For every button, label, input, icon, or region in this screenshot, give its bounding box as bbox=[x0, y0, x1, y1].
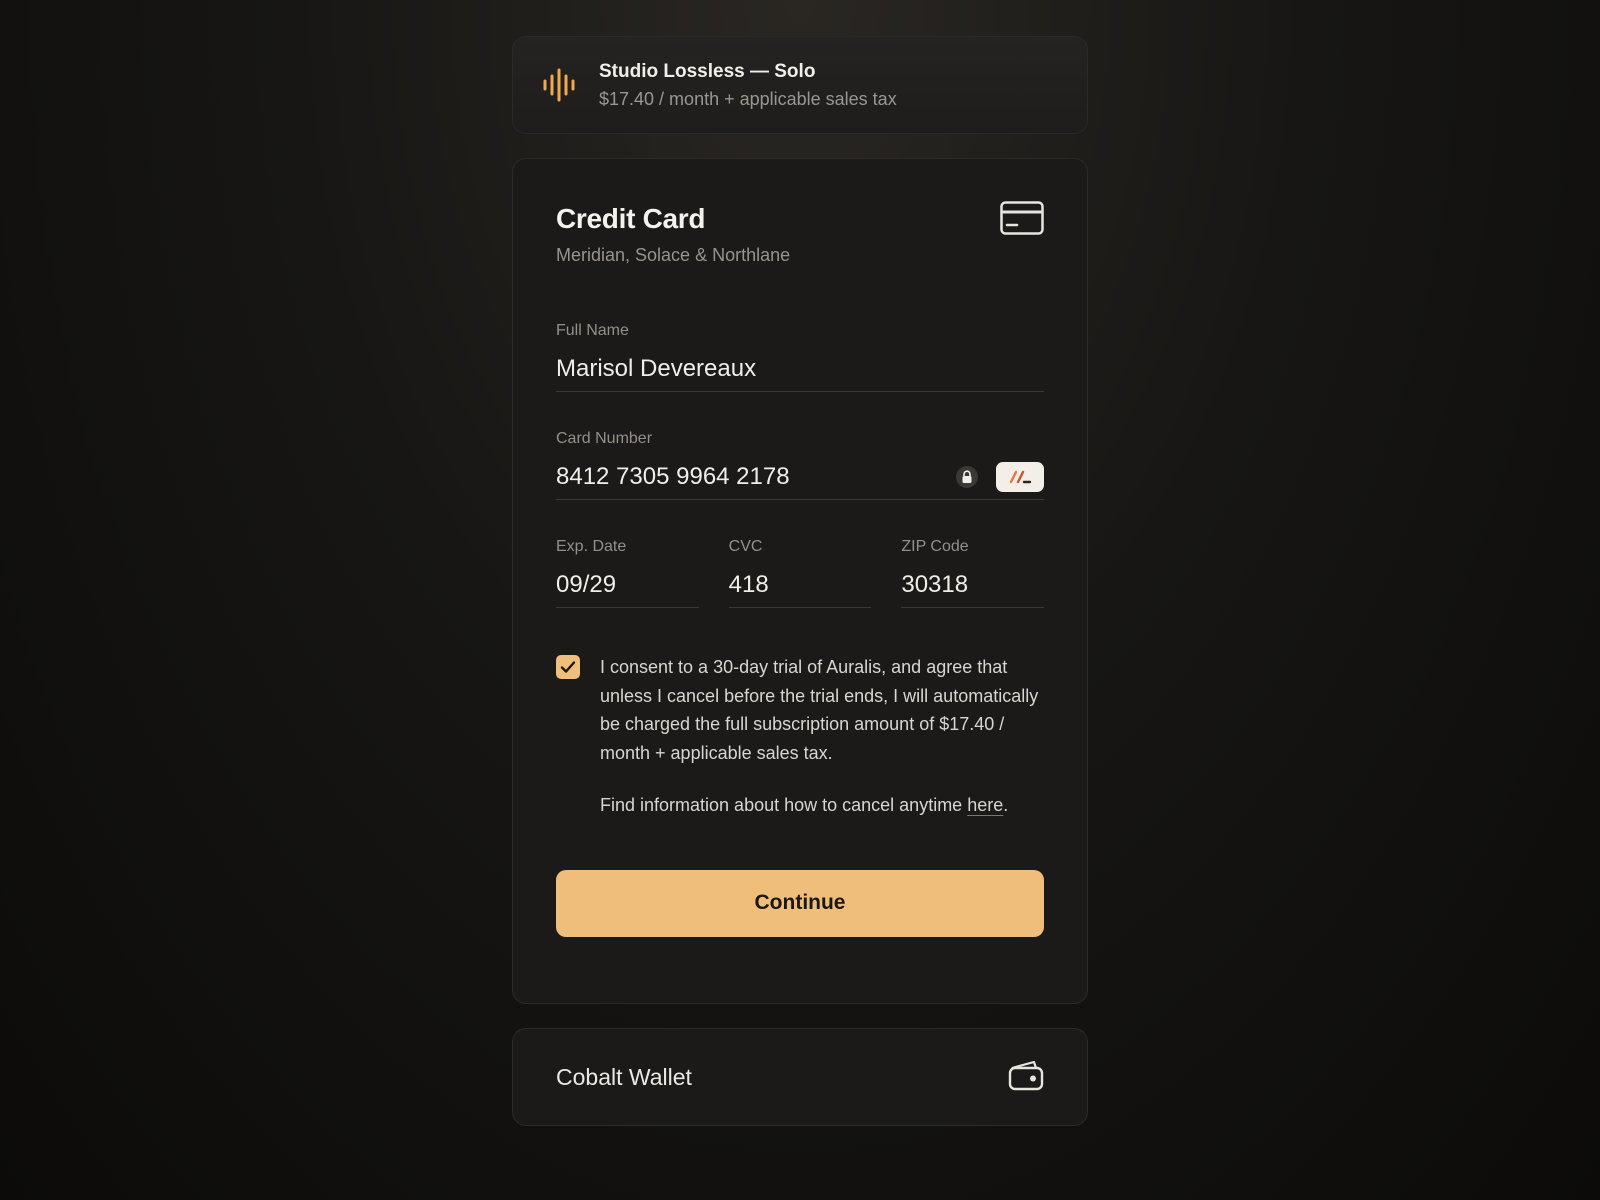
cancel-info-text: Find information about how to cancel any… bbox=[600, 795, 968, 815]
cvc-input[interactable]: 418 bbox=[728, 556, 872, 608]
exp-date-input[interactable]: 09/29 bbox=[556, 556, 699, 608]
card-number-value: 8412 7305 9964 2178 bbox=[556, 462, 790, 490]
cancel-info-link[interactable]: here bbox=[967, 795, 1003, 815]
trial-consent: I consent to a 30-day trial of Auralis, … bbox=[556, 653, 1044, 820]
checkout-column: Studio Lossless — Solo $17.40 / month + … bbox=[512, 36, 1088, 1126]
exp-date-field[interactable]: Exp. Date 09/29 bbox=[556, 538, 699, 608]
plan-price: $17.40 / month + applicable sales tax bbox=[599, 88, 897, 109]
card-number-input[interactable]: 8412 7305 9964 2178 bbox=[556, 448, 1044, 500]
full-name-field[interactable]: Full Name Marisol Devereaux bbox=[556, 322, 1044, 392]
zip-code-field[interactable]: ZIP Code 30318 bbox=[901, 538, 1045, 608]
exp-date-value: 09/29 bbox=[556, 570, 617, 598]
lock-icon bbox=[956, 465, 978, 488]
continue-button[interactable]: Continue bbox=[556, 869, 1044, 937]
credit-card-icon bbox=[1000, 201, 1044, 240]
zip-code-value: 30318 bbox=[901, 570, 969, 598]
consent-checkbox[interactable] bbox=[556, 655, 580, 679]
payment-method-title: Credit Card bbox=[556, 203, 706, 234]
card-brand-icon bbox=[996, 461, 1044, 492]
wallet-option-label: Cobalt Wallet bbox=[556, 1063, 692, 1090]
card-details-row: Exp. Date 09/29 CVC 418 ZIP Code 30318 bbox=[556, 538, 1045, 608]
full-name-input[interactable]: Marisol Devereaux bbox=[556, 340, 1044, 392]
exp-date-label: Exp. Date bbox=[556, 538, 627, 555]
credit-card-form: Credit Card Meridian, Solace & Northlane… bbox=[512, 158, 1088, 1004]
plan-info: Studio Lossless — Solo $17.40 / month + … bbox=[599, 61, 897, 110]
card-number-adornments bbox=[956, 461, 1044, 492]
form-header: Credit Card Meridian, Solace & Northlane bbox=[556, 201, 1044, 266]
plan-title: Studio Lossless — Solo bbox=[599, 60, 816, 82]
cvc-field[interactable]: CVC 418 bbox=[728, 538, 872, 608]
zip-code-input[interactable]: 30318 bbox=[901, 556, 1045, 608]
consent-text: I consent to a 30-day trial of Auralis, … bbox=[600, 657, 1039, 763]
zip-code-label: ZIP Code bbox=[901, 538, 969, 555]
consent-copy: I consent to a 30-day trial of Auralis, … bbox=[600, 653, 1044, 820]
full-name-label: Full Name bbox=[556, 322, 629, 339]
full-name-value: Marisol Devereaux bbox=[556, 354, 757, 382]
sound-wave-icon bbox=[541, 66, 579, 104]
plan-summary: Studio Lossless — Solo $17.40 / month + … bbox=[512, 36, 1088, 134]
cvc-label: CVC bbox=[728, 538, 763, 555]
checkmark-icon bbox=[560, 661, 576, 673]
wallet-icon bbox=[1008, 1059, 1044, 1096]
card-number-field[interactable]: Card Number 8412 7305 9964 2178 bbox=[556, 430, 1044, 500]
cvc-value: 418 bbox=[728, 570, 769, 598]
card-issuers: Meridian, Solace & Northlane bbox=[556, 245, 791, 265]
card-number-label: Card Number bbox=[556, 430, 653, 447]
cobalt-wallet-option[interactable]: Cobalt Wallet bbox=[512, 1028, 1088, 1126]
cancel-info: Find information about how to cancel any… bbox=[600, 791, 1044, 820]
cancel-info-period: . bbox=[1003, 795, 1009, 815]
